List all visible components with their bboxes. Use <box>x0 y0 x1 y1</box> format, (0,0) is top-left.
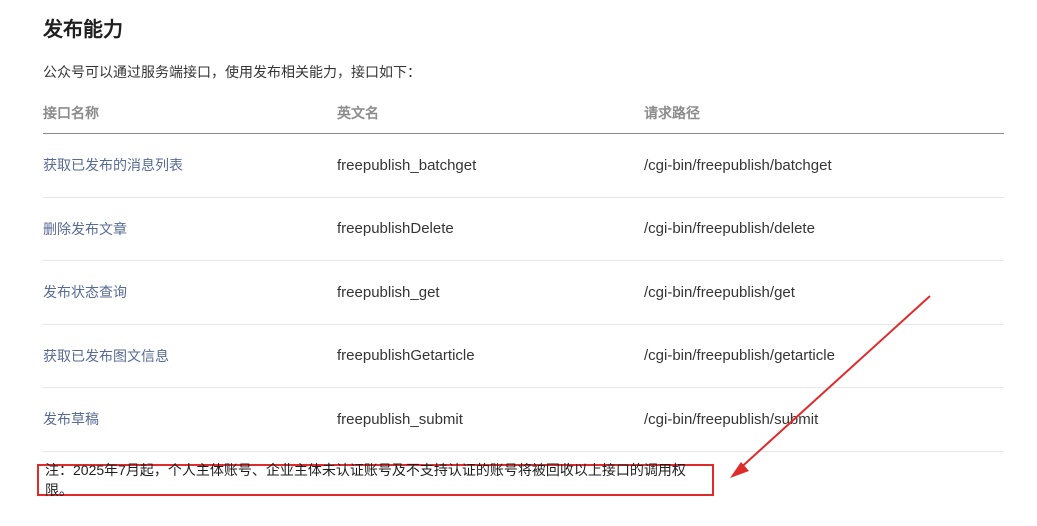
api-path: /cgi-bin/freepublish/submit <box>644 410 819 428</box>
page-title: 发布能力 <box>43 19 123 41</box>
table-row: 发布草稿 freepublish_submit /cgi-bin/freepub… <box>43 388 1004 452</box>
api-path: /cgi-bin/freepublish/delete <box>644 220 815 238</box>
api-path: /cgi-bin/freepublish/batchget <box>644 156 832 174</box>
api-en-name: freepublishDelete <box>337 220 454 238</box>
api-link-get[interactable]: 发布状态查询 <box>43 284 127 300</box>
api-en-name: freepublish_get <box>337 283 440 301</box>
note-text: 注：2025年7月起，个人主体账号、企业主体未认证账号及不支持认证的账号将被回收… <box>45 462 686 498</box>
api-path: /cgi-bin/freepublish/get <box>644 283 795 301</box>
header-name: 接口名称 <box>43 104 99 121</box>
api-en-name: freepublish_batchget <box>337 156 477 174</box>
table-row: 获取已发布的消息列表 freepublish_batchget /cgi-bin… <box>43 134 1004 198</box>
api-table: 接口名称 英文名 请求路径 获取已发布的消息列表 freepublish_bat… <box>43 92 1004 452</box>
table-row: 获取已发布图文信息 freepublishGetarticle /cgi-bin… <box>43 325 1004 388</box>
table-row: 发布状态查询 freepublish_get /cgi-bin/freepubl… <box>43 261 1004 325</box>
highlighted-note: 注：2025年7月起，个人主体账号、企业主体未认证账号及不支持认证的账号将被回收… <box>37 462 714 498</box>
header-en: 英文名 <box>337 104 379 121</box>
api-en-name: freepublish_submit <box>337 410 463 428</box>
header-path: 请求路径 <box>644 104 700 121</box>
api-en-name: freepublishGetarticle <box>337 347 475 365</box>
api-link-delete[interactable]: 删除发布文章 <box>43 221 127 237</box>
api-path: /cgi-bin/freepublish/getarticle <box>644 347 835 365</box>
api-link-submit[interactable]: 发布草稿 <box>43 411 99 427</box>
intro-text: 公众号可以通过服务端接口，使用发布相关能力，接口如下： <box>43 64 421 80</box>
table-row: 删除发布文章 freepublishDelete /cgi-bin/freepu… <box>43 198 1004 261</box>
table-header: 接口名称 英文名 请求路径 <box>43 92 1004 134</box>
api-link-getarticle[interactable]: 获取已发布图文信息 <box>43 348 169 364</box>
api-link-batchget[interactable]: 获取已发布的消息列表 <box>43 157 183 173</box>
